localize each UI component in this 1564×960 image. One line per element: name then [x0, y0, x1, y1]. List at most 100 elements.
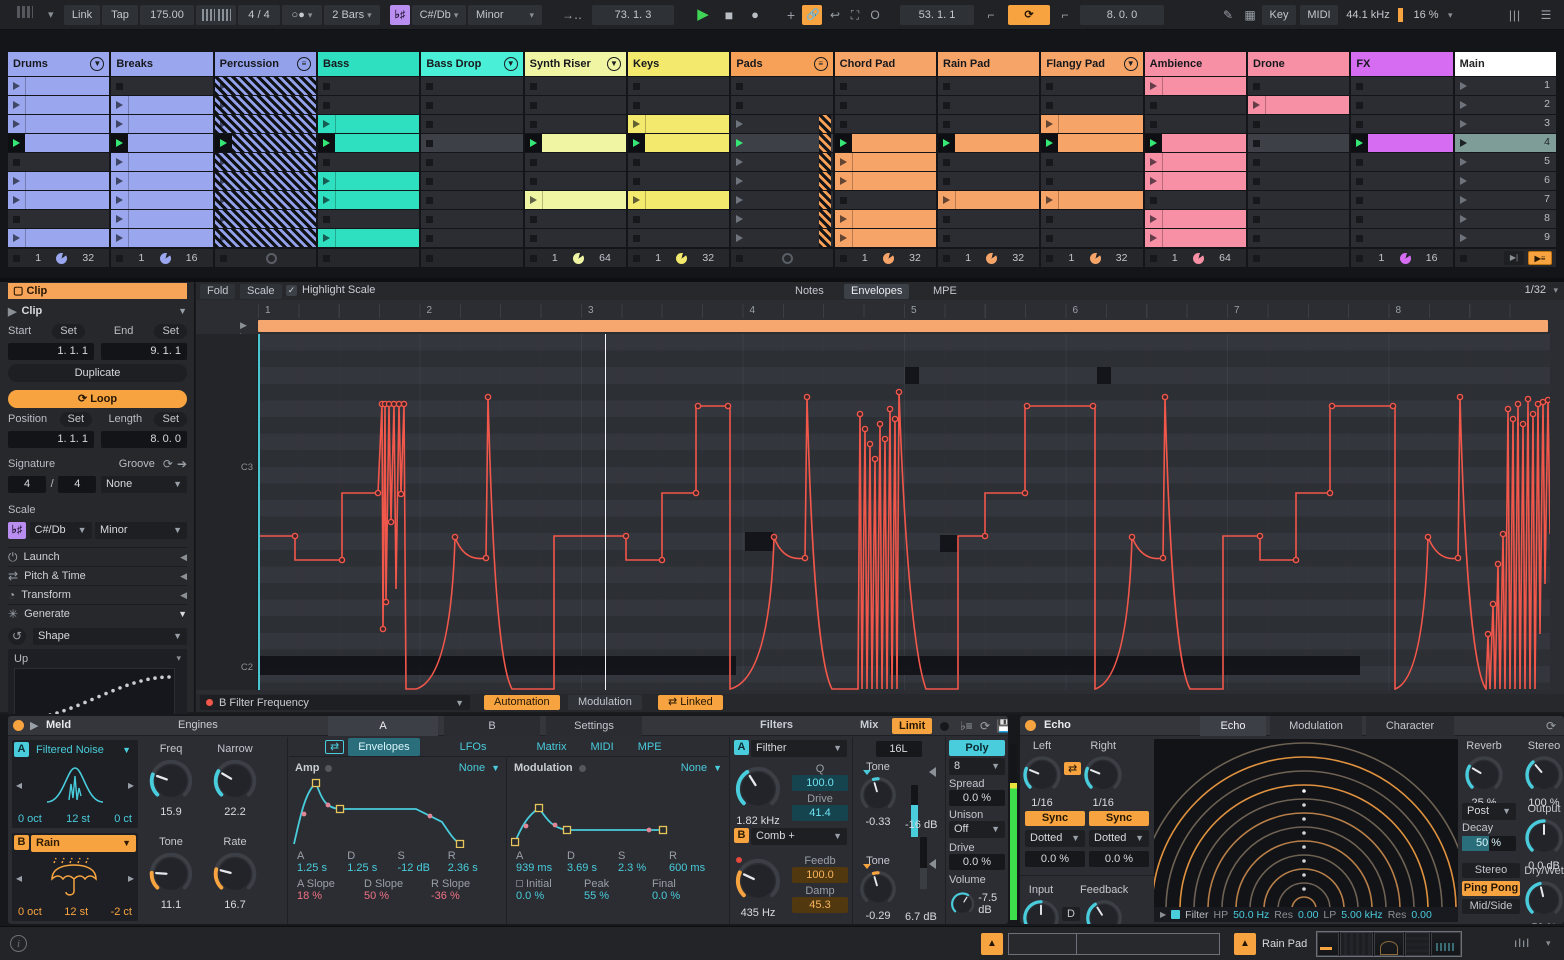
track-menu-icon[interactable]: ≡: [297, 57, 311, 71]
mix-b-level[interactable]: 6.7 dB: [905, 911, 937, 923]
track-status-cell[interactable]: 1 16: [1351, 249, 1453, 267]
clip-slot[interactable]: [938, 191, 1040, 209]
clip-slot[interactable]: [834, 191, 936, 209]
clip-slot[interactable]: [1041, 77, 1143, 95]
input-knob[interactable]: Input3.2 dB: [1020, 884, 1062, 924]
left-offset-value[interactable]: 0.0 %: [1025, 851, 1085, 867]
clip-slot[interactable]: [834, 134, 936, 152]
clip-slot[interactable]: [111, 134, 213, 152]
track-menu-icon[interactable]: ≡: [813, 57, 828, 71]
transform-section[interactable]: ◔ Transform ◀: [8, 585, 187, 604]
clip-slot[interactable]: [318, 77, 420, 95]
clip-slot[interactable]: [834, 153, 936, 171]
automation-arm-button[interactable]: 🔗: [802, 5, 822, 25]
clip-slot[interactable]: [214, 191, 316, 209]
mix-a-level[interactable]: -16 dB: [905, 819, 937, 831]
clip-slot[interactable]: [1144, 172, 1246, 190]
stop-all-clips-icon[interactable]: [1149, 254, 1157, 262]
loop-position-field[interactable]: 1. 1. 1: [8, 430, 94, 448]
key-map-button[interactable]: Key: [1262, 5, 1296, 25]
clip-slot[interactable]: [111, 191, 213, 209]
scale-root-menu[interactable]: C#/Db ▼: [29, 521, 92, 539]
clip-slot[interactable]: [318, 115, 420, 133]
stop-all-clips-icon[interactable]: [839, 254, 847, 262]
clip-slot[interactable]: [524, 134, 626, 152]
chevron-down-icon[interactable]: ▼: [713, 763, 722, 773]
randomize-icon[interactable]: ⟳: [980, 719, 990, 733]
scale-key-icon[interactable]: ♭♯: [8, 521, 26, 539]
clip-slot[interactable]: [938, 134, 1040, 152]
clip-slot[interactable]: [214, 96, 316, 114]
track-header-pads[interactable]: Pads ≡: [731, 52, 833, 76]
hp-res-value[interactable]: 0.00: [1298, 909, 1318, 921]
scale-name-menu[interactable]: Minor ▼: [95, 521, 187, 539]
device-activator-led[interactable]: [1025, 720, 1036, 731]
launch-section[interactable]: ⏻ Launch ◀: [8, 547, 187, 566]
stop-all-clips-icon[interactable]: [1356, 254, 1364, 262]
stop-all-clips-icon[interactable]: [426, 254, 434, 262]
collapse-icon[interactable]: ▼: [178, 306, 187, 316]
subtab-envelopes[interactable]: Envelopes: [348, 737, 420, 756]
clip-slot[interactable]: [731, 191, 833, 209]
clip-slot[interactable]: [1144, 77, 1246, 95]
amp-envelope-graph[interactable]: [292, 778, 504, 848]
clip-slot[interactable]: [628, 96, 730, 114]
next-engine-icon[interactable]: ▸: [128, 778, 134, 792]
clip-slot[interactable]: [8, 153, 110, 171]
clip-slot[interactable]: [731, 134, 833, 152]
loop-length-field[interactable]: 8. 0. 0: [101, 430, 187, 448]
clip-slot[interactable]: [1041, 210, 1143, 228]
scene-slot[interactable]: 6: [1454, 172, 1556, 190]
clip-slot[interactable]: [421, 210, 523, 228]
left-sync-button[interactable]: Sync: [1025, 811, 1085, 826]
filter-a-menu[interactable]: Filther ▼: [751, 740, 847, 757]
clip-slot[interactable]: [111, 229, 213, 247]
clip-slot[interactable]: [318, 153, 420, 171]
clip-slot[interactable]: [1248, 191, 1350, 209]
amp-attack[interactable]: 1.25 s: [297, 862, 347, 874]
clip-slot[interactable]: [214, 172, 316, 190]
key-root-menu[interactable]: C#/Db ▾: [412, 5, 466, 25]
mod-initial[interactable]: 0.0 %: [516, 890, 584, 902]
delay-d-button[interactable]: D: [1062, 907, 1080, 921]
stop-all-clips-icon[interactable]: [323, 254, 330, 262]
track-status-cell[interactable]: 1 32: [834, 249, 936, 267]
link-button[interactable]: Link: [64, 5, 100, 25]
clip-slot[interactable]: [1041, 115, 1143, 133]
subtab-midi[interactable]: MIDI: [580, 738, 623, 756]
tab-envelopes[interactable]: Envelopes: [844, 283, 910, 299]
knob-value[interactable]: 22.2: [224, 806, 245, 818]
mod-led[interactable]: [578, 764, 586, 772]
tone-knob[interactable]: Tone -0.29: [857, 855, 899, 922]
clip-slot[interactable]: [938, 153, 1040, 171]
clip-slot[interactable]: [524, 153, 626, 171]
amp-a-slope[interactable]: 18 %: [297, 890, 364, 902]
track-status-cell[interactable]: ▶| ▶≡: [1454, 249, 1556, 267]
scene-slot[interactable]: 1: [1454, 77, 1556, 95]
loop-button[interactable]: ⟳ Loop: [8, 390, 187, 408]
track-status-cell[interactable]: 1 64: [524, 249, 626, 267]
chevron-down-icon[interactable]: ▼: [503, 57, 518, 71]
clip-slot[interactable]: [628, 134, 730, 152]
chevron-down-icon[interactable]: ▾: [1546, 938, 1551, 949]
clip-slot[interactable]: [111, 115, 213, 133]
clip-slot[interactable]: [318, 191, 420, 209]
clip-slot[interactable]: [834, 115, 936, 133]
key-scale-menu[interactable]: Minor ▾: [468, 5, 542, 25]
clip-slot[interactable]: [214, 115, 316, 133]
stop-all-clips-icon[interactable]: [943, 254, 950, 262]
draw-mode-icon[interactable]: ✎: [1218, 5, 1238, 25]
chevron-down-icon[interactable]: ▼: [90, 57, 105, 71]
echo-tunnel-display[interactable]: ▶ Filter HP 50.0 Hz Res 0.00 LP 5.00 kHz…: [1154, 739, 1458, 922]
clip-slot[interactable]: [628, 229, 730, 247]
track-status-cell[interactable]: [318, 249, 420, 267]
engine-a-oct[interactable]: 0 oct: [18, 813, 42, 825]
scene-slot[interactable]: 7: [1454, 191, 1556, 209]
clip-slot[interactable]: [524, 115, 626, 133]
computer-midi-keyboard-icon[interactable]: ▦: [1240, 5, 1260, 25]
clip-slot[interactable]: [834, 172, 936, 190]
lp-freq-value[interactable]: 5.00 kHz: [1341, 909, 1382, 921]
arrangement-position-field[interactable]: 73. 1. 3: [592, 5, 674, 25]
clip-slot[interactable]: [834, 210, 936, 228]
clip-slot[interactable]: [1248, 77, 1350, 95]
